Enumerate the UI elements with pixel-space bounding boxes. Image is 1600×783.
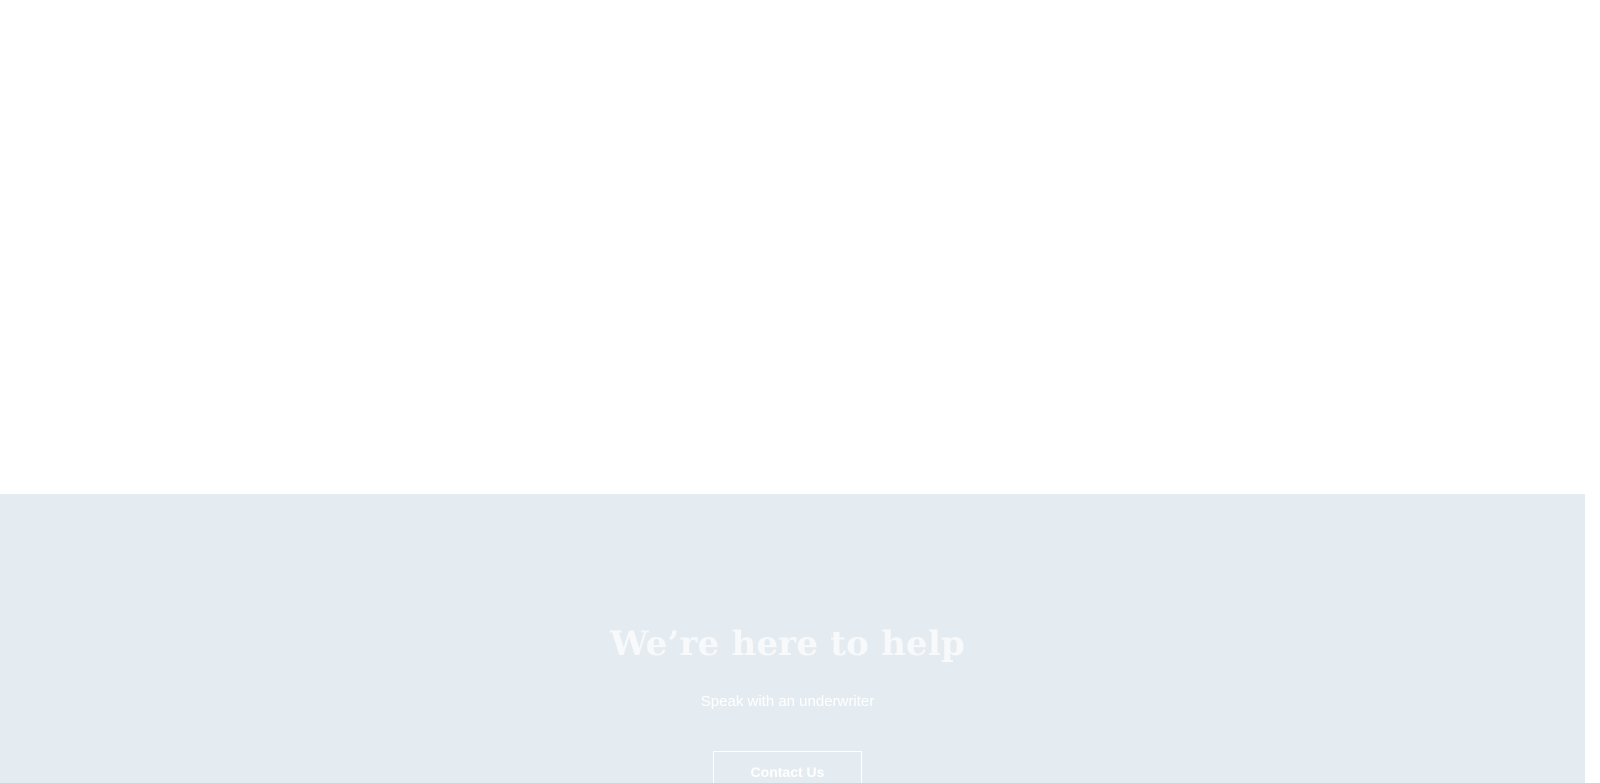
scrollbar[interactable] [1585,0,1600,783]
help-subtitle: Speak with an underwriter [700,693,875,710]
blank-content-area [0,0,1585,494]
help-section: We’re here to help Speak with an underwr… [0,494,1585,783]
contact-us-button[interactable]: Contact Us [713,751,862,783]
page: We’re here to help Speak with an underwr… [0,0,1600,783]
help-title: We’re here to help [610,624,965,664]
